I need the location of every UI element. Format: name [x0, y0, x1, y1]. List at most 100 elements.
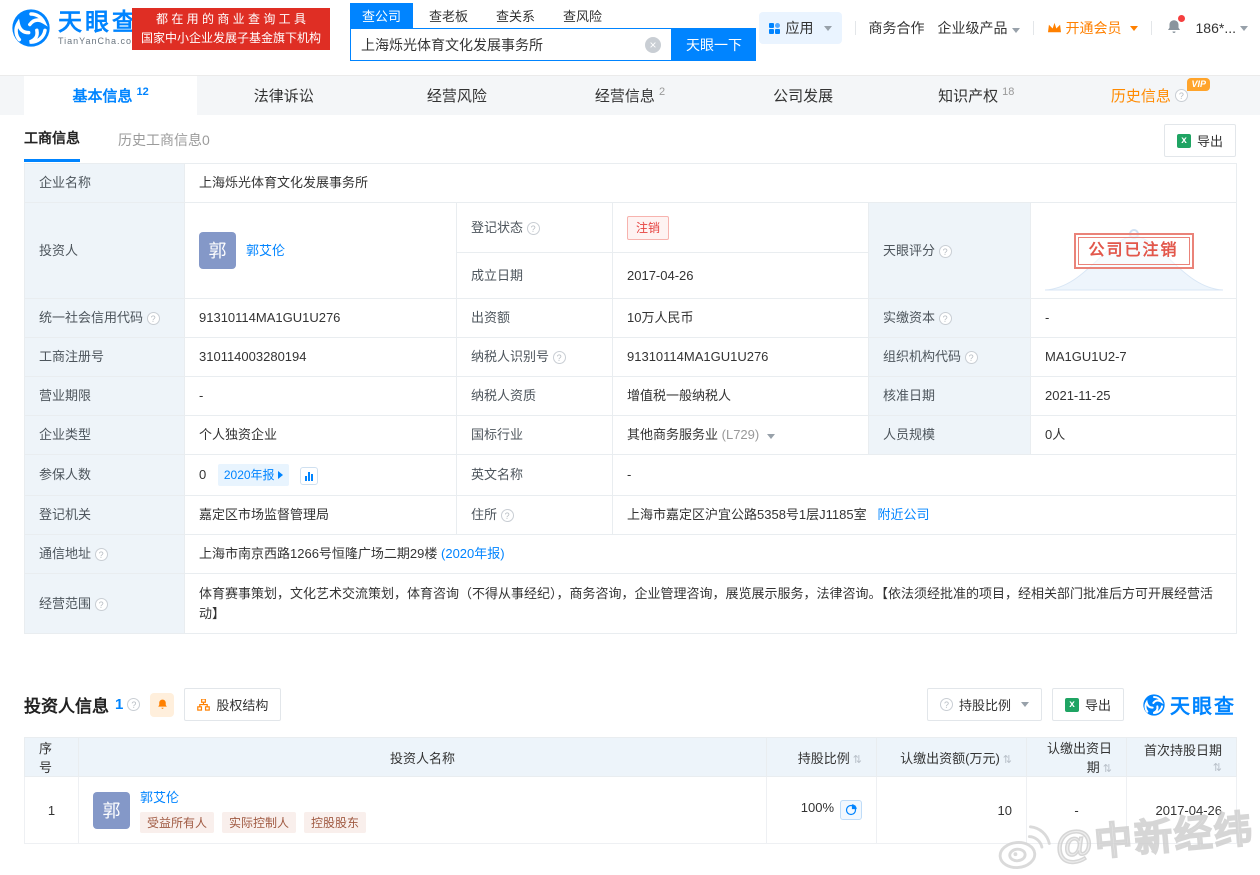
tianyancha-logo-icon [10, 7, 52, 49]
shareholding-ratio-label: 持股比例 [959, 695, 1011, 714]
english-value: - [613, 455, 1237, 496]
taxpayer-label: 纳税人资质 [457, 377, 613, 416]
col-ratio[interactable]: 持股比例⇅ [767, 738, 877, 777]
taxid-label: 纳税人识别号 ? [457, 338, 613, 377]
help-icon[interactable]: ? [1175, 89, 1188, 102]
export-investors-button[interactable]: x 导出 [1052, 688, 1124, 721]
equity-structure-label: 股权结构 [216, 695, 268, 714]
sort-icon[interactable]: ⇅ [1103, 762, 1112, 775]
brand-domain: TianYanCha.com [58, 36, 141, 46]
chevron-down-icon [1012, 28, 1020, 33]
subtab-business-info[interactable]: 工商信息 [24, 114, 80, 162]
help-icon[interactable]: ? [95, 548, 108, 561]
nav-enterprise[interactable]: 企业级产品 [938, 18, 1020, 38]
tag-actual-controller[interactable]: 实际控制人 [222, 812, 296, 833]
uscc-label: 统一社会信用代码 ? [25, 299, 185, 338]
tab-label: 经营信息 [595, 85, 655, 106]
clear-icon[interactable]: × [645, 37, 661, 53]
col-date[interactable]: 认缴出资日期⇅ [1027, 738, 1127, 777]
investor-name-link[interactable]: 郭艾伦 [140, 790, 179, 805]
search-tab-company[interactable]: 查公司 [350, 3, 413, 28]
address-value: 上海市嘉定区沪宜公路5358号1层J1185室 附近公司 [613, 496, 1237, 535]
apps-grid-icon [769, 23, 780, 34]
help-icon[interactable]: ? [501, 509, 514, 522]
tab-label: 基本信息 [72, 85, 132, 106]
search-input[interactable]: 上海烁光体育文化发展事务所 × [350, 28, 672, 61]
sort-icon[interactable]: ⇅ [1213, 761, 1222, 774]
avatar[interactable]: 郭 [93, 792, 130, 829]
reg-status-value: 注销 [613, 203, 869, 253]
nav-cooperation[interactable]: 商务合作 [869, 18, 925, 38]
chevron-down-icon[interactable] [767, 434, 775, 439]
industry-label: 国标行业 [457, 416, 613, 455]
annual-report-link[interactable]: (2020年报) [441, 546, 505, 561]
tab-legal-proceedings[interactable]: 法律诉讼 [197, 76, 370, 115]
tab-intellectual-property[interactable]: 知识产权 18 [890, 76, 1063, 115]
tianyancha-logo-icon [1142, 693, 1166, 717]
tab-operation-risk[interactable]: 经营风险 [370, 76, 543, 115]
col-amount[interactable]: 认缴出资额(万元)⇅ [877, 738, 1027, 777]
help-icon[interactable]: ? [527, 222, 540, 235]
brand-logo[interactable]: 天眼查 TianYanCha.com [10, 7, 141, 49]
nav-account[interactable]: 186*... [1196, 20, 1248, 36]
promo-line2: 国家中小企业发展子基金旗下机构 [141, 29, 321, 48]
help-icon[interactable]: ? [95, 598, 108, 611]
staff-label: 人员规模 [869, 416, 1031, 455]
tab-basic-info[interactable]: 基本信息 12 [24, 76, 197, 115]
row-credit-code: 统一社会信用代码 ? 91310114MA1GU1U276 出资额 10万人民币… [25, 299, 1237, 338]
shareholding-ratio-button[interactable]: ? 持股比例 [927, 688, 1042, 721]
tag-beneficial-owner[interactable]: 受益所有人 [140, 812, 214, 833]
notification-bell-icon[interactable] [1165, 18, 1183, 39]
score-label: 天眼评分 ? [869, 203, 1031, 299]
row-authority: 登记机关 嘉定区市场监督管理局 住所 ? 上海市嘉定区沪宜公路5358号1层J1… [25, 496, 1237, 535]
help-icon[interactable]: ? [127, 698, 140, 711]
nav-vip-member[interactable]: 开通会员 [1047, 18, 1138, 38]
top-header: 天眼查 TianYanCha.com 都 在 用 的 商 业 查 询 工 具 国… [0, 0, 1260, 58]
search-button[interactable]: 天眼一下 [672, 28, 756, 61]
help-icon[interactable]: ? [965, 351, 978, 364]
investor-ratio-cell: 100% [767, 777, 877, 844]
monitor-bell-button[interactable] [150, 693, 174, 717]
help-icon[interactable]: ? [553, 351, 566, 364]
tab-label: 历史信息 [1111, 85, 1171, 106]
pie-chart-icon[interactable] [840, 800, 862, 820]
annual-report-chip[interactable]: 2020年报 [218, 464, 289, 486]
export-label: 导出 [1197, 131, 1223, 150]
equity-structure-button[interactable]: 股权结构 [184, 688, 281, 721]
top-nav: 应用 商务合作 企业级产品 开通会员 186*... [759, 12, 1248, 44]
nav-apps[interactable]: 应用 [759, 12, 842, 44]
nearby-companies-link[interactable]: 附近公司 [877, 507, 929, 522]
tab-company-development[interactable]: 公司发展 [717, 76, 890, 115]
trend-chart-icon[interactable] [300, 467, 318, 485]
help-icon[interactable]: ? [147, 312, 160, 325]
tab-count: 18 [1002, 86, 1014, 98]
arrow-right-icon [278, 471, 283, 479]
help-icon[interactable]: ? [939, 312, 952, 325]
search-tab-risk[interactable]: 查风险 [551, 3, 614, 28]
authority-value: 嘉定区市场监督管理局 [185, 496, 457, 535]
export-button[interactable]: x 导出 [1164, 124, 1236, 157]
paidin-label: 实缴资本 ? [869, 299, 1031, 338]
term-value: - [185, 377, 457, 416]
sort-icon[interactable]: ⇅ [1003, 753, 1012, 766]
row-company-name: 企业名称 上海烁光体育文化发展事务所 [25, 164, 1237, 203]
tab-history-info[interactable]: VIP 历史信息 ? [1063, 76, 1236, 115]
tab-operation-info[interactable]: 经营信息 2 [543, 76, 716, 115]
type-value: 个人独资企业 [185, 416, 457, 455]
approve-label: 核准日期 [869, 377, 1031, 416]
avatar[interactable]: 郭 [199, 232, 236, 269]
col-first-date[interactable]: 首次持股日期⇅ [1127, 738, 1237, 777]
col-investor-name: 投资人名称 [79, 738, 767, 777]
investors-title: 投资人信息 [24, 692, 109, 717]
sort-icon[interactable]: ⇅ [853, 753, 862, 766]
tag-controlling-shareholder[interactable]: 控股股东 [304, 812, 366, 833]
subtab-history-business-info[interactable]: 历史工商信息0 [118, 116, 210, 161]
insured-label: 参保人数 [25, 455, 185, 496]
search-tab-boss[interactable]: 查老板 [417, 3, 480, 28]
investor-name-link[interactable]: 郭艾伦 [246, 241, 285, 261]
investor-name-cell: 郭 郭艾伦 受益所有人 实际控制人 控股股东 [79, 777, 767, 844]
help-icon[interactable]: ? [939, 245, 952, 258]
col-index: 序号 [25, 738, 79, 777]
search-tab-relation[interactable]: 查关系 [484, 3, 547, 28]
mail-label: 通信地址 ? [25, 535, 185, 574]
